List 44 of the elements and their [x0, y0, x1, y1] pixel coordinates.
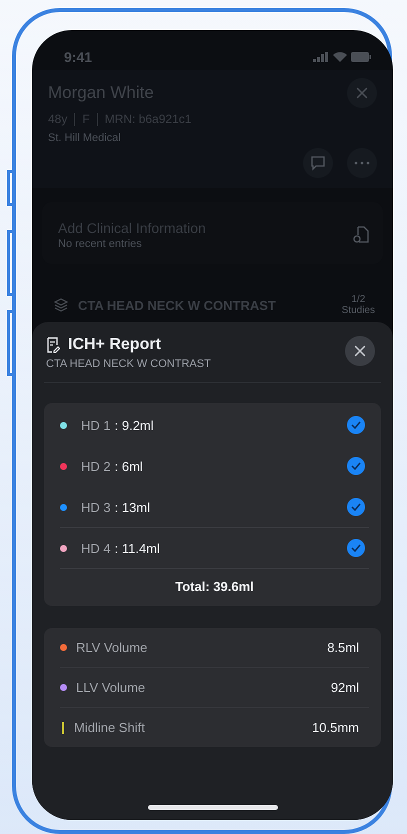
- checkbox[interactable]: [347, 416, 365, 434]
- checkmark-icon: [351, 421, 361, 429]
- wifi-icon: [333, 52, 347, 62]
- hemorrhage-volume: : 6ml: [114, 458, 144, 474]
- checkmark-icon: [351, 544, 361, 552]
- study-count-label: Studies: [342, 305, 375, 316]
- battery-icon: [351, 52, 371, 62]
- status-time: 9:41: [64, 49, 92, 65]
- facility-name: St. Hill Medical: [48, 132, 122, 144]
- add-file-icon: [353, 226, 369, 244]
- metric-value: 92ml: [330, 680, 359, 695]
- close-icon: [355, 86, 369, 100]
- signal-icon: [313, 52, 329, 62]
- checkbox[interactable]: [347, 498, 365, 516]
- metric-label: RLV Volume: [76, 640, 148, 655]
- layers-icon: [54, 298, 68, 312]
- study-count: 1/2: [351, 294, 366, 305]
- metric-label: LLV Volume: [76, 680, 146, 695]
- report-subtitle: CTA HEAD NECK W CONTRAST: [46, 358, 211, 370]
- close-button[interactable]: [345, 336, 375, 366]
- hemorrhage-label: HD 1: [81, 418, 111, 432]
- hemorrhage-label: HD 2: [81, 458, 111, 474]
- chat-button[interactable]: [303, 148, 333, 178]
- checkbox[interactable]: [347, 457, 365, 475]
- hemorrhage-label: HD 4: [81, 540, 111, 556]
- more-dots-icon: [354, 161, 370, 165]
- checkmark-icon: [351, 462, 361, 470]
- card-subtitle: No recent entries: [58, 238, 143, 250]
- metric-value: 10.5mm: [312, 720, 359, 735]
- checkmark-icon: [351, 503, 361, 511]
- metric-label: Midline Shift: [74, 720, 146, 735]
- hemorrhage-volume: : 13ml: [114, 500, 152, 514]
- report-title: ICH+ Report: [68, 336, 161, 354]
- hemorrhage-volume: : 11.4ml: [114, 540, 161, 556]
- hemorrhage-label: HD 3: [81, 500, 111, 514]
- hemorrhage-volume: : 9.2ml: [114, 418, 155, 432]
- close-icon: [353, 344, 367, 358]
- metric-value: 8.5ml: [327, 640, 359, 655]
- divider-line: [74, 112, 76, 126]
- checkbox[interactable]: [347, 539, 365, 557]
- report-icon: [46, 337, 60, 353]
- chat-bubble-icon: [310, 155, 326, 171]
- divider-line: [96, 112, 98, 126]
- total-volume: Total: 39.6ml: [174, 578, 255, 596]
